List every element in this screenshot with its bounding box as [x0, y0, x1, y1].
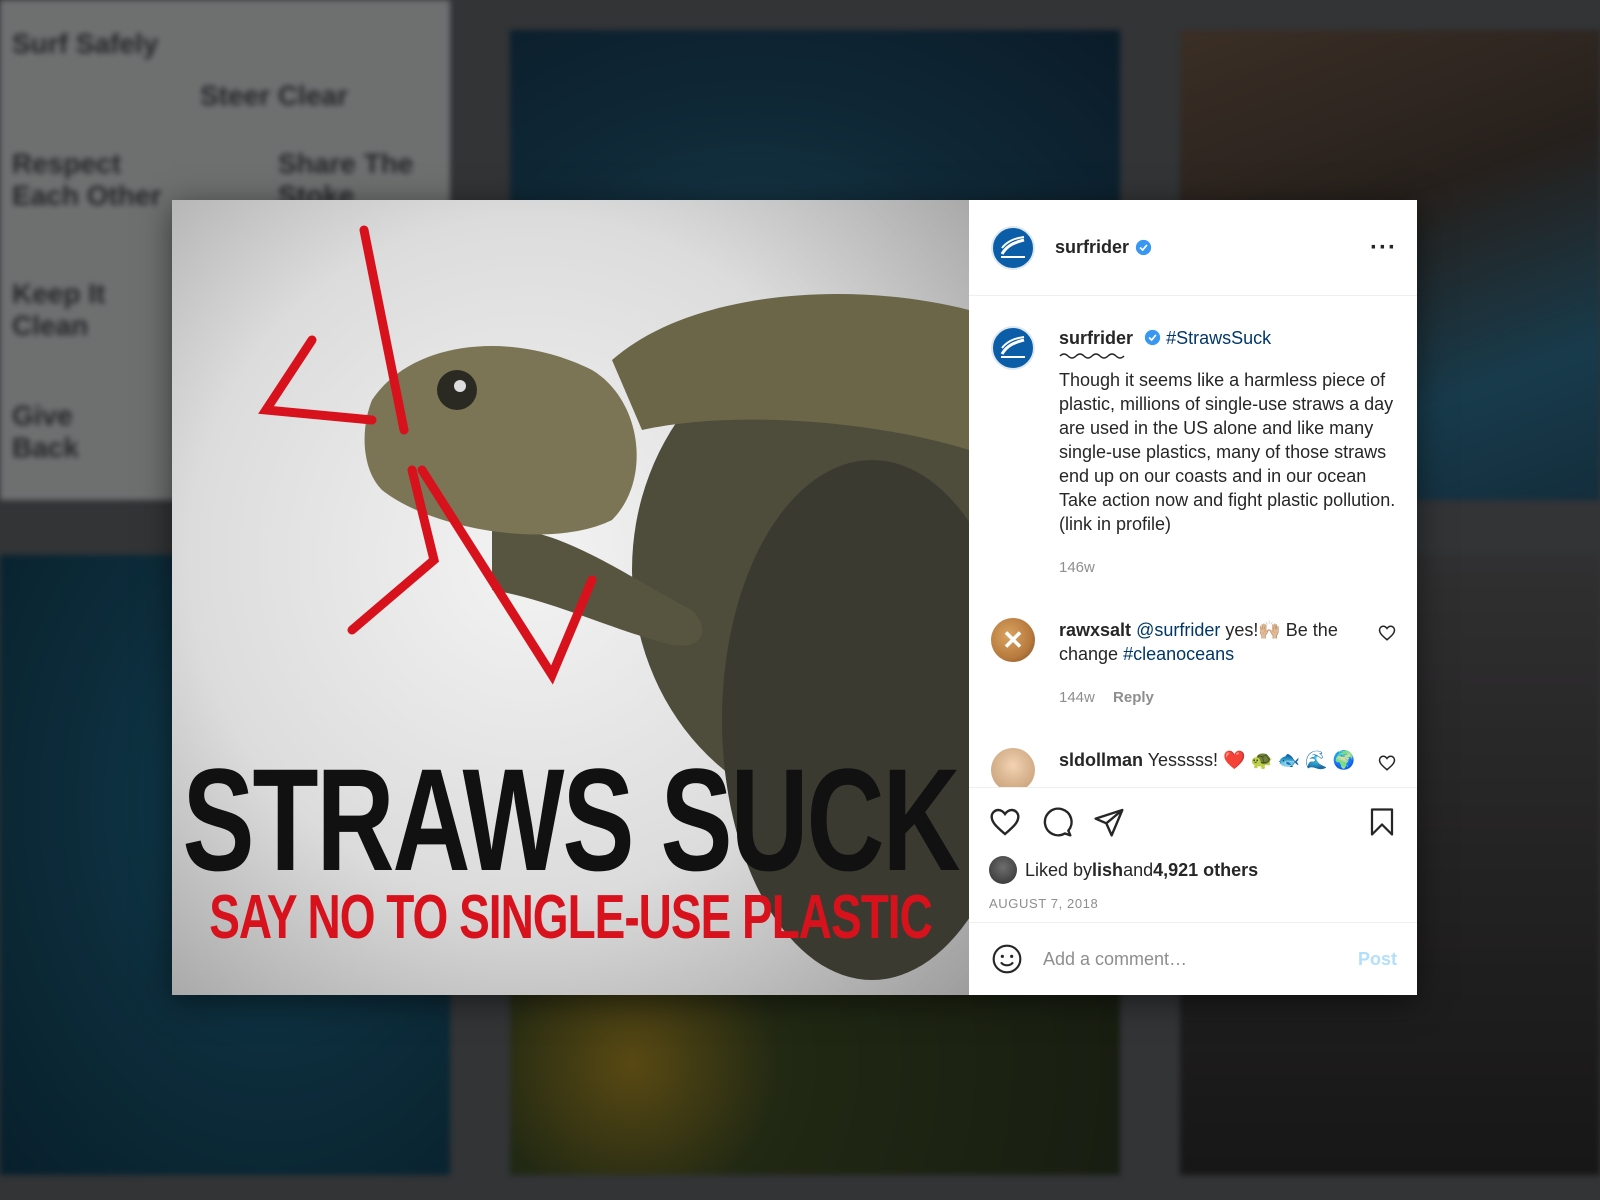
comment-username[interactable]: rawxsalt [1059, 620, 1131, 640]
share-paper-plane-icon[interactable] [1093, 806, 1125, 838]
action-bar [989, 802, 1397, 842]
liker-username[interactable]: lish [1092, 860, 1123, 881]
post-comment-button[interactable]: Post [1358, 949, 1397, 970]
comment-mention[interactable]: @surfrider [1136, 620, 1220, 640]
comment-username[interactable]: sldollman [1059, 750, 1143, 770]
commenter-avatar[interactable]: ✕ [991, 618, 1035, 662]
post-actions: Liked by lish and 4,921 others AUGUST 7,… [969, 787, 1417, 922]
post-date: AUGUST 7, 2018 [989, 896, 1099, 911]
caption-age: 146w [1059, 559, 1095, 576]
comment-hashtag[interactable]: #cleanoceans [1123, 644, 1234, 664]
comment-like-icon[interactable] [1377, 754, 1397, 772]
commenter-avatar[interactable] [991, 748, 1035, 787]
post-modal: STRAWS SUCK SAY NO TO SINGLE-USE PLASTIC… [172, 200, 1417, 995]
post-side-panel: surfrider ··· surfrider #StrawsSuck Thou… [969, 200, 1417, 995]
add-comment-input[interactable] [1043, 948, 1358, 970]
caption-text: Though it seems like a harmless piece of… [1059, 370, 1396, 534]
author-avatar[interactable] [991, 225, 1035, 270]
caption-author-avatar[interactable] [991, 326, 1035, 370]
comment-text: Yesssss! ❤️ 🐢 🐟 🌊 🌍 [1143, 750, 1356, 770]
add-comment-bar: Post [969, 922, 1417, 995]
author-username[interactable]: surfrider [1055, 237, 1129, 258]
comment-age: 144w [1059, 689, 1095, 706]
likes-summary[interactable]: Liked by lish and 4,921 others [989, 856, 1397, 884]
reply-button[interactable]: Reply [1113, 689, 1154, 706]
surfrider-logo-icon [1000, 235, 1025, 258]
surfrider-logo-icon [1000, 336, 1025, 358]
more-options-button[interactable]: ··· [1370, 235, 1397, 259]
likes-prefix: Liked by [1025, 859, 1093, 880]
wave-divider-icon [1059, 353, 1125, 359]
comment-item: ✕ rawxsalt @surfrider yes!🙌🏼 Be the chan… [991, 618, 1397, 710]
save-bookmark-icon[interactable] [1367, 806, 1397, 838]
like-heart-icon[interactable] [989, 806, 1021, 838]
comment-bubble-icon[interactable] [1041, 806, 1073, 838]
comment-meta: 144w Reply [1059, 686, 1357, 710]
caption-hashtag[interactable]: #StrawsSuck [1166, 328, 1271, 348]
comment-like-icon[interactable] [1377, 624, 1397, 642]
verified-badge-icon [1135, 239, 1152, 256]
emoji-smiley-icon[interactable] [991, 943, 1023, 975]
caption-meta: 146w [1059, 556, 1397, 580]
likes-count[interactable]: 4,921 others [1153, 860, 1258, 881]
image-headline: STRAWS SUCK [182, 737, 960, 902]
caption: surfrider #StrawsSuck Though it seems li… [991, 326, 1397, 580]
verified-badge-icon [1144, 329, 1161, 346]
post-header: surfrider ··· [969, 200, 1417, 296]
liker-avatar [989, 856, 1017, 884]
post-image[interactable]: STRAWS SUCK SAY NO TO SINGLE-USE PLASTIC [172, 200, 969, 995]
caption-username[interactable]: surfrider [1059, 328, 1133, 348]
likes-middle: and [1123, 859, 1154, 880]
comment-item: sldollman Yesssss! ❤️ 🐢 🐟 🌊 🌍 [991, 748, 1397, 787]
comments-section[interactable]: surfrider #StrawsSuck Though it seems li… [969, 296, 1417, 787]
image-subheadline: SAY NO TO SINGLE-USE PLASTIC [209, 881, 933, 952]
